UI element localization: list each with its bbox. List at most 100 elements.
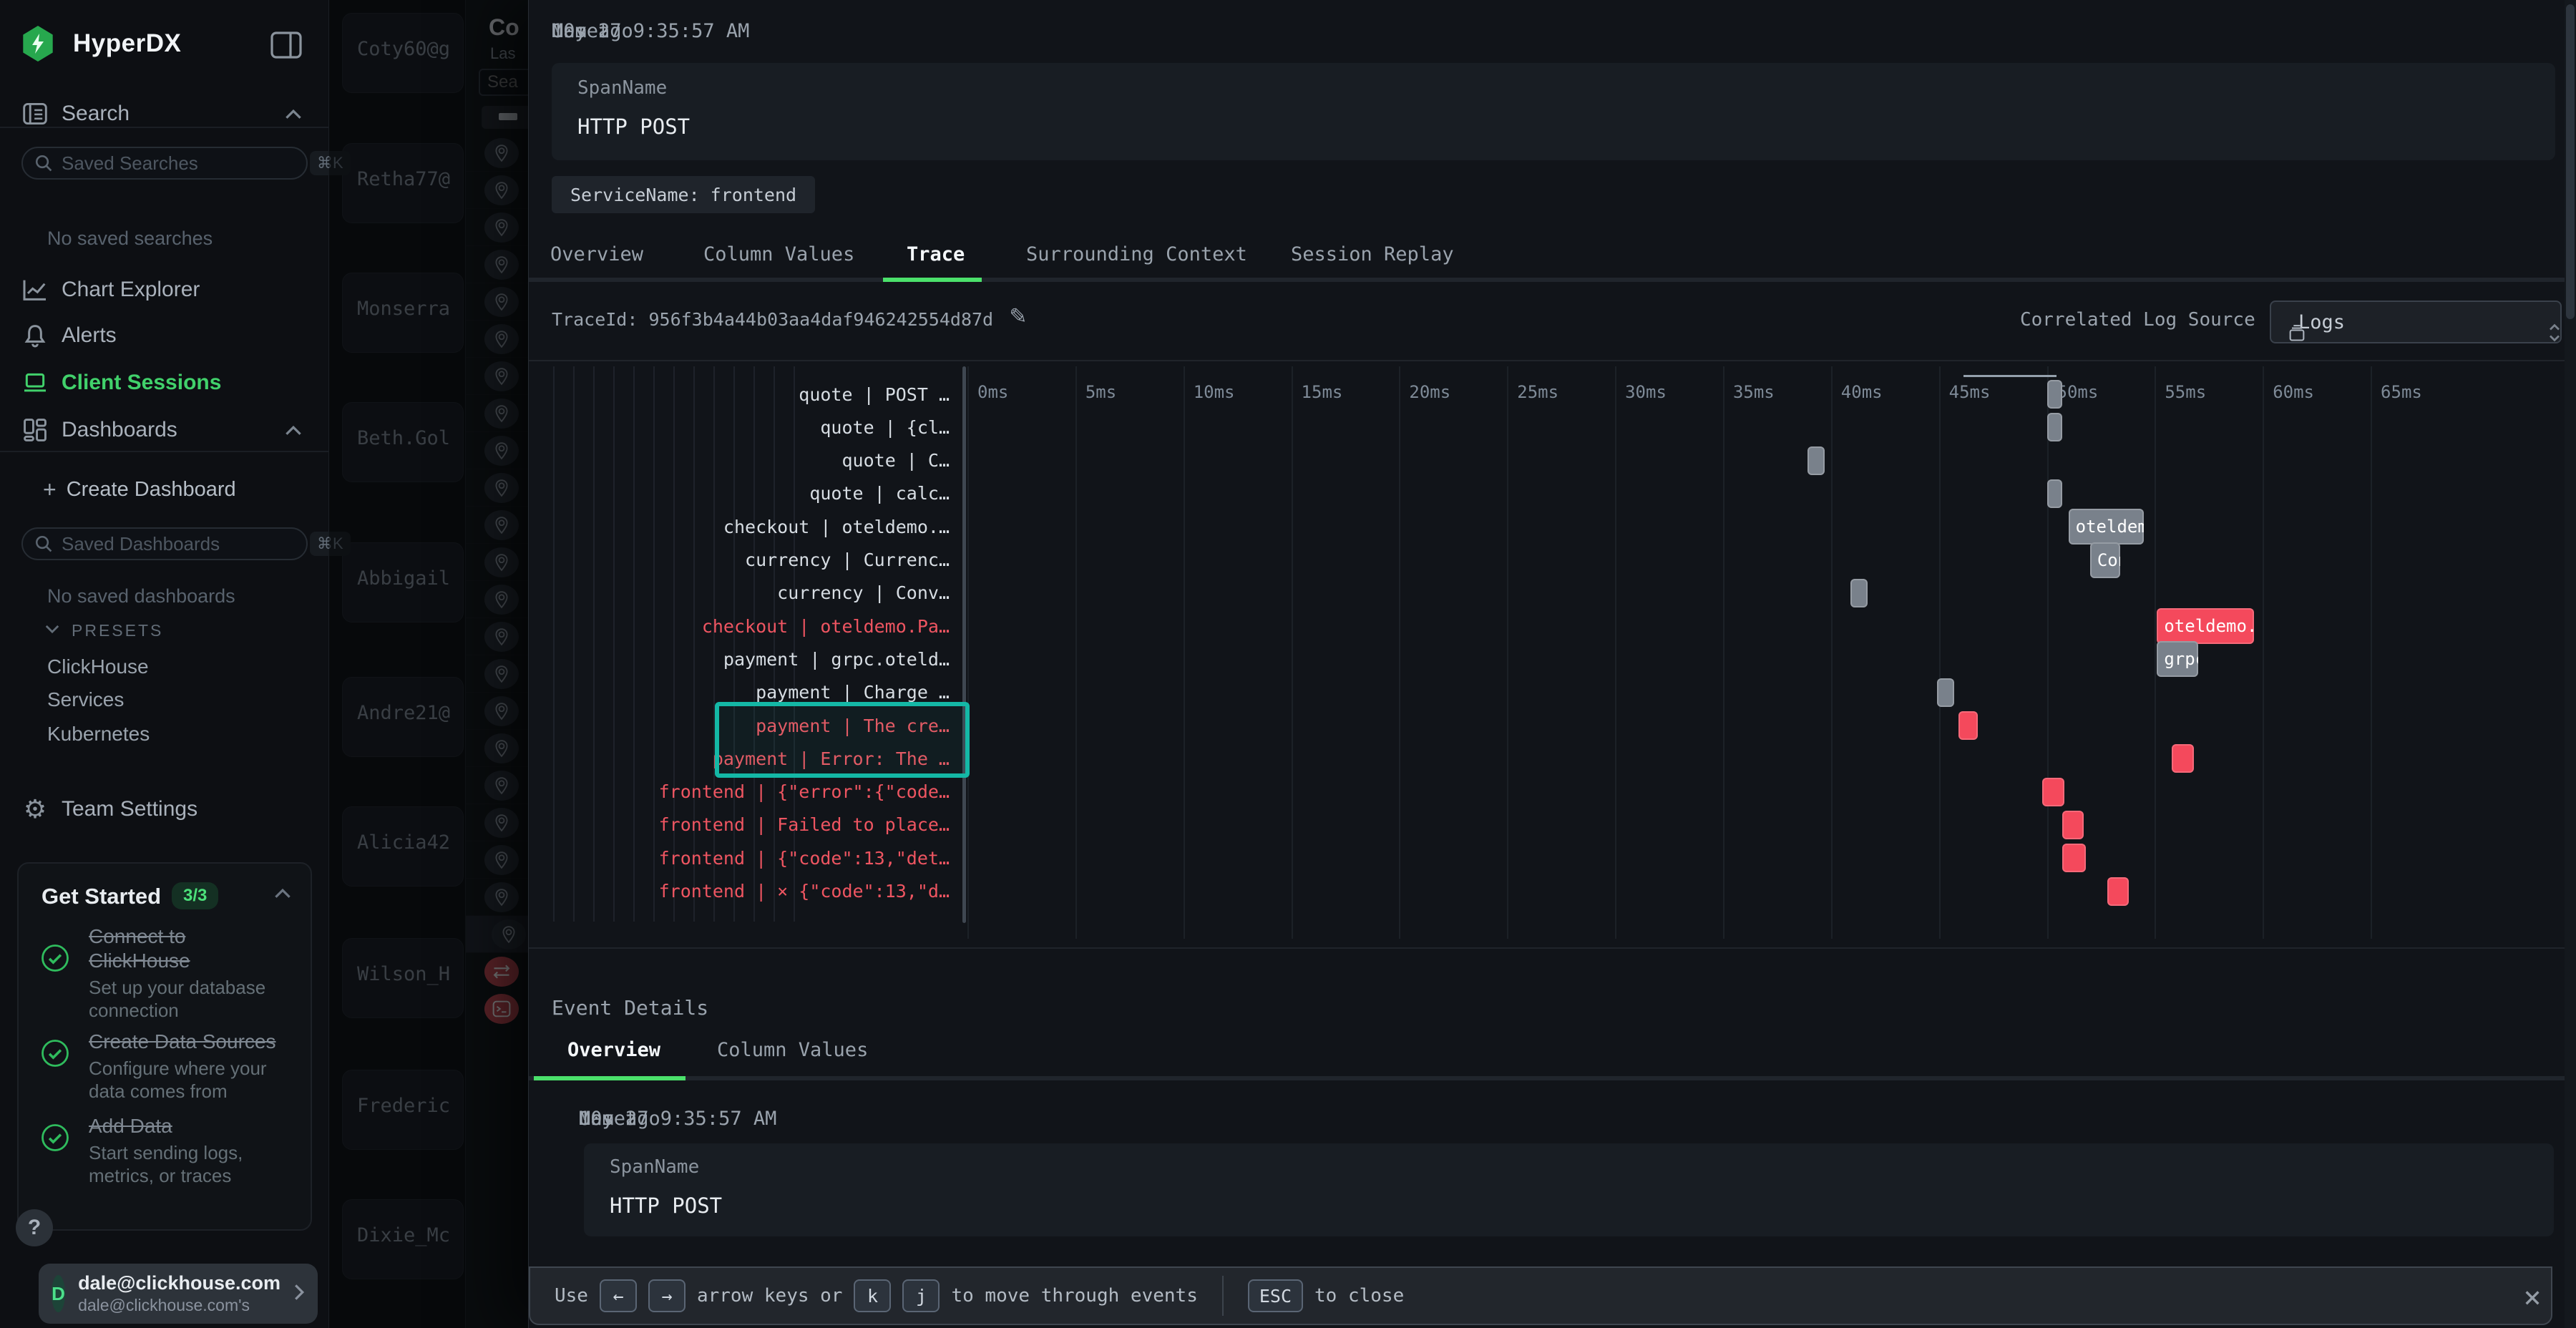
waterfall-bar[interactable]: [1937, 678, 1954, 707]
kbd-→: →: [648, 1279, 686, 1312]
span-row-text: frontend | Failed to place…: [659, 814, 950, 835]
chevron-up-icon[interactable]: [284, 109, 303, 124]
saved-dashboards-input[interactable]: ⌘K: [21, 527, 308, 560]
preset-item-services[interactable]: Services: [47, 688, 124, 711]
waterfall-bar[interactable]: oteldemo.Pa: [2157, 608, 2254, 644]
preset-item-kubernetes[interactable]: Kubernetes: [47, 723, 150, 746]
timeline-gridline: [2371, 366, 2372, 939]
sidebar-item-label: Dashboards: [62, 418, 177, 442]
waterfall-bar[interactable]: [2062, 811, 2084, 839]
modal-backdrop[interactable]: [329, 0, 528, 1328]
user-menu[interactable]: D dale@clickhouse.com dale@clickhouse.co…: [39, 1264, 318, 1324]
span-row-text: currency | Currenc…: [745, 550, 950, 570]
create-dashboard-button[interactable]: + Create Dashboard: [43, 477, 236, 503]
tab-overview[interactable]: Overview: [550, 243, 643, 265]
waterfall-bar[interactable]: [2172, 744, 2193, 773]
waterfall-bar[interactable]: Con: [2090, 542, 2120, 578]
status-ago: 10m ago: [579, 1108, 660, 1130]
span-tree-row[interactable]: (3)payment | grpc.oteld…: [552, 643, 950, 675]
waterfall-bar[interactable]: [2047, 380, 2062, 409]
chevron-up-icon[interactable]: [273, 888, 292, 903]
sidebar-item-client-sessions[interactable]: Client Sessions: [21, 371, 221, 395]
event-details-tab-overview[interactable]: Overview: [567, 1039, 660, 1061]
status-ago: 10m ago: [552, 20, 633, 42]
saved-searches-input[interactable]: ⌘K: [21, 147, 308, 180]
waterfall-bar[interactable]: [2047, 479, 2062, 508]
edit-trace-id-icon[interactable]: ✎: [1002, 301, 1034, 332]
tab-surrounding-context[interactable]: Surrounding Context: [1026, 243, 1247, 265]
divider: [529, 947, 2576, 949]
event-details-tab-column-values[interactable]: Column Values: [717, 1039, 868, 1061]
waterfall-bar[interactable]: [1850, 579, 1868, 607]
collapse-sidebar-icon[interactable]: [270, 31, 302, 62]
waterfall-bar[interactable]: grpc.o: [2157, 641, 2197, 677]
saved-dashboards-field[interactable]: [62, 533, 301, 555]
sidebar-item-alerts[interactable]: Alerts: [21, 323, 117, 348]
span-tree-row[interactable]: (1)quote | POST …: [552, 378, 950, 411]
sidebar-item-search[interactable]: Search: [21, 102, 130, 126]
tab-session-replay[interactable]: Session Replay: [1291, 243, 1454, 265]
waterfall-bar-label: grpc.o: [2157, 641, 2197, 677]
active-tab-indicator: [534, 1076, 686, 1080]
span-tree-row[interactable]: (1)currency | Currenc…: [552, 544, 950, 577]
waterfall-bar[interactable]: [2107, 877, 2129, 906]
span-tree-row[interactable]: frontend | {"code":13,"det…: [552, 841, 950, 874]
span-tree-row[interactable]: frontend | {"error":{"code…: [552, 776, 950, 809]
scrollbar[interactable]: [2565, 0, 2576, 1328]
close-icon[interactable]: ×: [2517, 1281, 2548, 1312]
get-started-item-title: Connect to ClickHouse: [89, 925, 190, 972]
span-row-text: frontend | {"code":13,"det…: [659, 848, 950, 869]
kbd-esc: ESC: [1248, 1279, 1303, 1312]
chevron-up-icon[interactable]: [284, 425, 303, 440]
timeline-gridline: [1399, 366, 1400, 939]
span-row-text: quote | POST …: [799, 384, 950, 405]
correlated-log-source-select[interactable]: Logs: [2270, 301, 2562, 343]
scrollbar-thumb[interactable]: [2566, 4, 2575, 319]
timeline-gridline: [967, 366, 969, 939]
user-subtitle: dale@clickhouse.com's: [78, 1296, 280, 1315]
help-button[interactable]: ?: [16, 1209, 53, 1246]
waterfall-bar[interactable]: [2047, 413, 2062, 441]
timeline-tick-label: 20ms: [1409, 382, 1450, 402]
waterfall-bar[interactable]: oteldemo.C: [2069, 509, 2145, 545]
sidebar-item-label: Team Settings: [62, 797, 197, 821]
footer-separator: [1222, 1276, 1224, 1316]
get-started-item[interactable]: Add Data Start sending logs, metrics, or…: [40, 1114, 292, 1187]
tree-timeline-splitter[interactable]: [962, 366, 966, 923]
timeline-gridline: [2155, 366, 2156, 939]
span-tree-row[interactable]: frontend | Failed to place…: [552, 809, 950, 841]
user-email: dale@clickhouse.com: [78, 1272, 280, 1294]
service-name-chip[interactable]: ServiceName: frontend: [552, 176, 815, 213]
span-tree-row[interactable]: currency | Conv…: [552, 577, 950, 610]
waterfall-bar-label: oteldemo.Pa: [2157, 608, 2254, 644]
saved-searches-field[interactable]: [62, 152, 301, 175]
sidebar-item-dashboards[interactable]: Dashboards: [21, 418, 177, 442]
presets-toggle[interactable]: PRESETS: [44, 621, 163, 640]
timeline-gridline: [2263, 366, 2264, 939]
footer-hint-text: to move through events: [951, 1285, 1197, 1307]
waterfall-bar[interactable]: [1807, 446, 1825, 475]
laptop-icon: [21, 372, 49, 394]
footer-hint-text: Use: [555, 1285, 588, 1307]
preset-item-clickhouse[interactable]: ClickHouse: [47, 655, 149, 678]
waterfall-bar[interactable]: [2062, 844, 2086, 872]
waterfall-bar[interactable]: [1958, 711, 1978, 740]
footer-hint-text: arrow keys or: [697, 1285, 843, 1307]
timeline-tick-label: 50ms: [2057, 382, 2099, 402]
get-started-item[interactable]: Connect to ClickHouse Set up your databa…: [40, 924, 292, 1022]
sidebar-item-chart-explorer[interactable]: Chart Explorer: [21, 278, 200, 302]
kbd-←: ←: [600, 1279, 637, 1312]
tab-trace[interactable]: Trace: [907, 243, 965, 265]
span-tree-row[interactable]: quote | calc…: [552, 477, 950, 510]
span-tree-row[interactable]: (1)checkout | oteldemo.Pa…: [552, 610, 950, 643]
get-started-item[interactable]: Create Data Sources Configure where your…: [40, 1030, 292, 1103]
sidebar: HyperDX Search ⌘K No saved searches: [0, 0, 329, 1328]
span-tree-row[interactable]: frontend | × {"code":13,"d…: [552, 875, 950, 908]
waterfall-bar-label: oteldemo.C: [2069, 509, 2145, 545]
span-tree-row[interactable]: quote | C…: [552, 444, 950, 477]
sidebar-item-team-settings[interactable]: ⚙ Team Settings: [21, 794, 197, 824]
waterfall-bar[interactable]: [2042, 778, 2064, 806]
tab-column-values[interactable]: Column Values: [703, 243, 854, 265]
span-tree-row[interactable]: (2)quote | {cl…: [552, 411, 950, 444]
span-tree-row[interactable]: (1)checkout | oteldemo.…: [552, 510, 950, 543]
